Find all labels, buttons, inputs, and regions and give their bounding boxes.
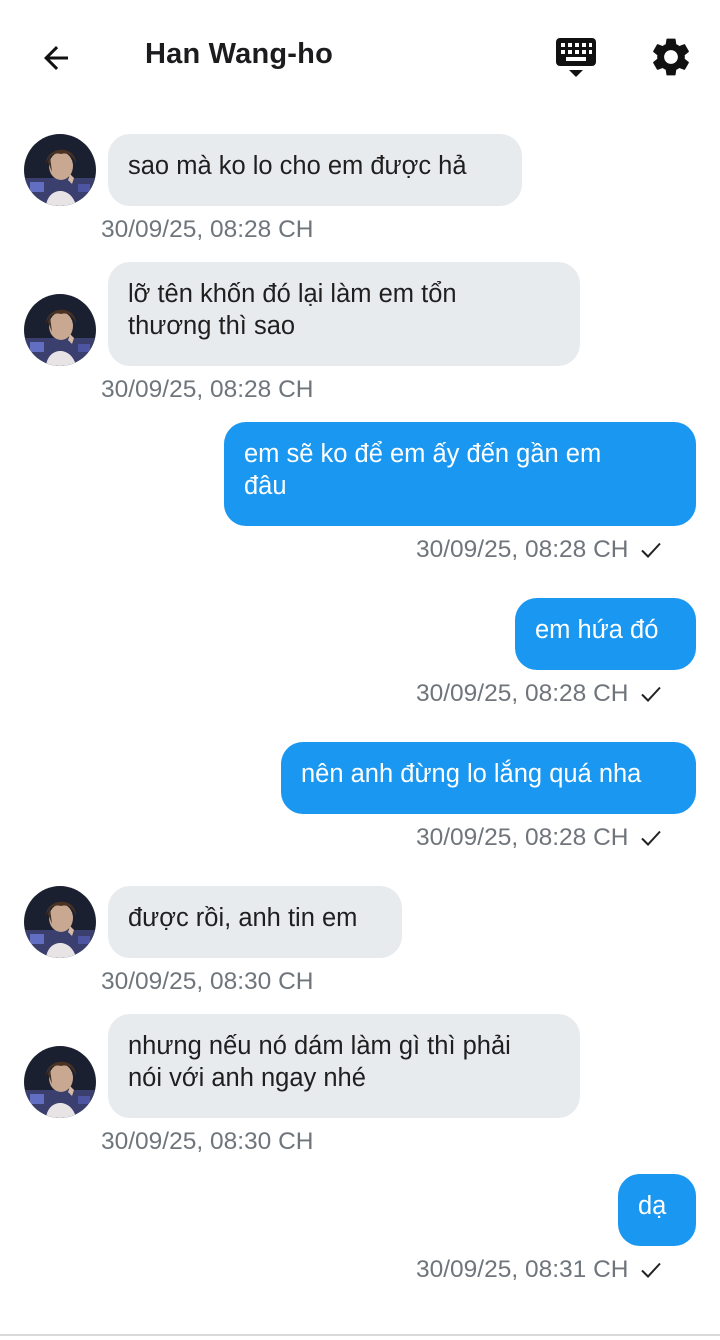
- contact-name: Han Wang-ho: [145, 38, 333, 70]
- message-meta: 30/09/25, 08:31 CH: [416, 1256, 663, 1284]
- message-bubble[interactable]: em sẽ ko để em ấy đến gần em đâu: [224, 422, 696, 526]
- message-meta: 30/09/25, 08:28 CH: [416, 536, 663, 564]
- message-timestamp: 30/09/25, 08:28 CH: [416, 824, 629, 851]
- arrow-left-icon: [44, 46, 68, 70]
- message-timestamp: 30/09/25, 08:30 CH: [101, 968, 314, 995]
- message-bubble[interactable]: lỡ tên khốn đó lại làm em tổn thương thì…: [108, 262, 580, 366]
- message-timestamp: 30/09/25, 08:31 CH: [416, 1256, 629, 1283]
- avatar[interactable]: [24, 1046, 96, 1118]
- settings-button[interactable]: [648, 34, 696, 82]
- message-timestamp: 30/09/25, 08:30 CH: [101, 1128, 314, 1155]
- message-meta: 30/09/25, 08:28 CH: [416, 824, 663, 852]
- message-bubble[interactable]: nên anh đừng lo lắng quá nha: [281, 742, 696, 814]
- message-timestamp: 30/09/25, 08:28 CH: [416, 536, 629, 563]
- check-icon: [640, 1262, 661, 1278]
- keyboard-button[interactable]: [552, 34, 600, 82]
- check-icon: [640, 542, 661, 558]
- avatar[interactable]: [24, 294, 96, 366]
- avatar[interactable]: [24, 886, 96, 958]
- message-timestamp: 30/09/25, 08:28 CH: [416, 680, 629, 707]
- divider: [0, 1334, 720, 1336]
- keyboard-icon: [556, 38, 596, 77]
- message-timestamp: 30/09/25, 08:28 CH: [101, 376, 314, 403]
- message-bubble[interactable]: nhưng nếu nó dám làm gì thì phải nói với…: [108, 1014, 580, 1118]
- gear-icon: [653, 38, 689, 76]
- avatar[interactable]: [24, 134, 96, 206]
- check-icon: [640, 830, 661, 846]
- message-bubble[interactable]: sao mà ko lo cho em được hả: [108, 134, 522, 206]
- chat-header: Han Wang-ho: [0, 0, 720, 112]
- check-icon: [640, 686, 661, 702]
- back-button[interactable]: [34, 36, 78, 80]
- message-meta: 30/09/25, 08:28 CH: [416, 680, 663, 708]
- message-bubble[interactable]: dạ: [618, 1174, 696, 1246]
- message-bubble[interactable]: được rồi, anh tin em: [108, 886, 402, 958]
- message-bubble[interactable]: em hứa đó: [515, 598, 696, 670]
- message-timestamp: 30/09/25, 08:28 CH: [101, 216, 314, 243]
